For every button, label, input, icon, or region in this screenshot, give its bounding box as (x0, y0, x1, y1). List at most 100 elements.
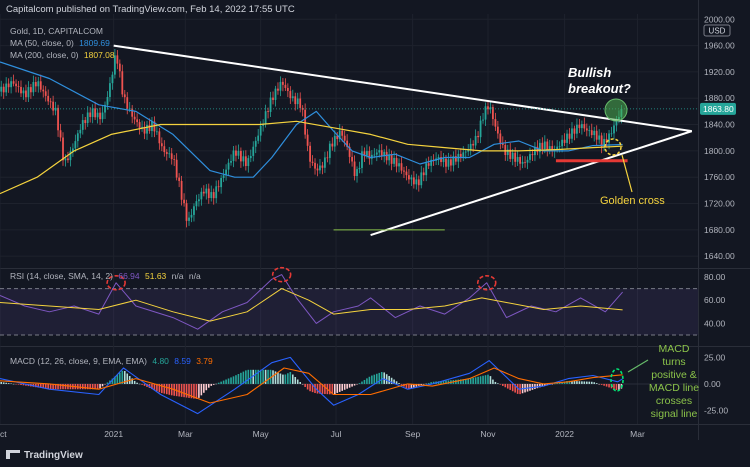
candle[interactable] (146, 120, 148, 140)
candle[interactable] (175, 153, 178, 181)
candle[interactable] (348, 143, 351, 164)
candle[interactable] (94, 101, 97, 121)
candle[interactable] (519, 154, 522, 171)
candle[interactable] (215, 180, 218, 204)
candle[interactable] (252, 141, 255, 162)
candle[interactable] (291, 89, 294, 102)
ma200-legend[interactable]: MA (200, close, 0) 1807.08 (10, 50, 115, 60)
candle[interactable] (516, 150, 519, 166)
candle[interactable] (235, 145, 237, 162)
price-axis[interactable]: 2000.00 1960.00 1920.00 1880.00 1840.00 1800.… (700, 14, 736, 415)
candle[interactable] (553, 145, 556, 158)
candle[interactable] (506, 144, 509, 162)
candle[interactable] (309, 141, 311, 169)
candle[interactable] (44, 86, 47, 102)
candle[interactable] (306, 129, 309, 152)
candle[interactable] (595, 125, 598, 146)
candle[interactable] (197, 193, 200, 207)
candle[interactable] (585, 123, 588, 137)
candle[interactable] (395, 153, 398, 173)
candle[interactable] (5, 77, 8, 97)
ma50-line[interactable] (0, 61, 623, 178)
candle[interactable] (457, 150, 460, 169)
candle[interactable] (84, 116, 87, 130)
candle[interactable] (484, 102, 487, 127)
candle[interactable] (588, 125, 591, 137)
candle[interactable] (81, 114, 84, 135)
candle[interactable] (168, 147, 171, 158)
candle[interactable] (351, 151, 353, 167)
candle[interactable] (546, 138, 549, 157)
candle[interactable] (131, 105, 134, 124)
candle[interactable] (37, 77, 40, 93)
candle[interactable] (420, 165, 423, 189)
candle[interactable] (328, 140, 331, 165)
candle[interactable] (32, 75, 35, 97)
candle[interactable] (116, 50, 119, 70)
candle[interactable] (195, 194, 198, 211)
candle[interactable] (427, 156, 430, 170)
candle[interactable] (304, 103, 307, 139)
candle[interactable] (412, 171, 415, 189)
candle[interactable] (279, 76, 282, 97)
candle[interactable] (178, 173, 181, 188)
candle[interactable] (220, 175, 223, 194)
candle[interactable] (217, 180, 220, 192)
candle[interactable] (316, 163, 319, 177)
candle[interactable] (477, 131, 479, 144)
candle[interactable] (299, 92, 302, 113)
candle[interactable] (249, 149, 252, 163)
candle[interactable] (469, 138, 472, 156)
candle[interactable] (242, 150, 245, 167)
candle[interactable] (590, 123, 593, 139)
candle[interactable] (346, 134, 349, 151)
candle[interactable] (430, 156, 433, 173)
candle[interactable] (474, 129, 477, 149)
candle[interactable] (244, 150, 247, 171)
candle[interactable] (541, 137, 544, 155)
candle[interactable] (274, 85, 277, 107)
candle[interactable] (324, 151, 326, 173)
candle[interactable] (514, 147, 517, 168)
candle[interactable] (613, 120, 615, 140)
candle[interactable] (47, 89, 50, 106)
candle[interactable] (563, 133, 566, 146)
candle[interactable] (422, 167, 425, 182)
candle[interactable] (583, 117, 586, 132)
candle[interactable] (314, 158, 316, 175)
candle[interactable] (319, 158, 321, 174)
candle[interactable] (294, 92, 297, 111)
candle[interactable] (49, 98, 52, 109)
candle[interactable] (603, 132, 606, 152)
candle[interactable] (123, 89, 126, 104)
candle[interactable] (526, 156, 529, 170)
candle[interactable] (580, 120, 583, 135)
candle[interactable] (524, 156, 526, 168)
candle[interactable] (160, 137, 163, 152)
candle[interactable] (111, 71, 114, 90)
candle[interactable] (452, 151, 455, 172)
candle[interactable] (282, 77, 284, 92)
candle[interactable] (188, 211, 190, 226)
candle[interactable] (104, 101, 106, 120)
candle[interactable] (7, 78, 10, 93)
tradingview-chart[interactable]: 2000.00 1960.00 1920.00 1880.00 1840.00 1800.… (0, 0, 750, 467)
candle[interactable] (57, 104, 59, 137)
candle[interactable] (126, 92, 129, 115)
candle[interactable] (17, 80, 20, 93)
candle[interactable] (99, 107, 101, 125)
candle[interactable] (296, 92, 299, 110)
candle[interactable] (521, 155, 524, 169)
candle[interactable] (269, 91, 272, 117)
candle[interactable] (600, 132, 603, 154)
candle[interactable] (321, 161, 324, 175)
candle[interactable] (380, 143, 383, 161)
candle[interactable] (257, 129, 260, 144)
candle[interactable] (15, 79, 17, 93)
candle[interactable] (193, 203, 195, 222)
candle[interactable] (190, 208, 193, 223)
candle[interactable] (398, 158, 400, 173)
candle[interactable] (573, 125, 576, 141)
candle[interactable] (25, 84, 27, 103)
candle[interactable] (91, 104, 94, 124)
